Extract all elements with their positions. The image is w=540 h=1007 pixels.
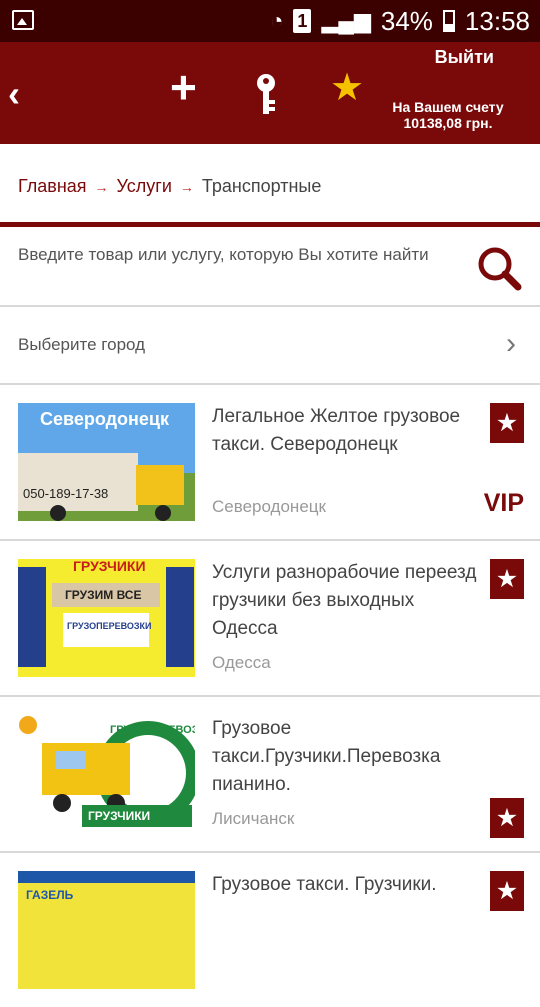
listing-image-text: ГРУЗЧИКИ [73,559,146,574]
battery-icon [442,10,455,32]
listing-image-phone: 050-189-17-38 [23,486,108,501]
listing-city: Северодонецк [212,497,326,516]
sim-icon: 1 [293,9,312,33]
listing-thumbnail[interactable]: ГРУЗЧИКИ ГРУЗИМ ВСЕ ГРУЗОПЕРЕВОЗКИ [18,559,195,677]
listing-thumbnail[interactable]: ГРУЗОПЕРЕВОЗКИ ГРУЗЧИКИ [18,715,195,833]
breadcrumb-arrow-icon: → [94,179,109,195]
listing-city: Лисичанск [212,809,295,828]
listing-item[interactable]: ГРУЗОПЕРЕВОЗКИ ГРУЗЧИКИ Грузовое такси.Г… [0,697,540,851]
listing-title[interactable]: Легальное Желтое грузовое такси. Северод… [212,403,482,459]
logout-link[interactable]: Выйти [435,47,494,68]
key-icon[interactable] [250,72,282,118]
listing-image-text: ГРУЗОПЕРЕВОЗКИ [110,724,195,736]
signal-icon: ▂▄▆ [321,8,371,33]
breadcrumb-home[interactable]: Главная [18,176,87,196]
city-selector[interactable]: Выберите город › [0,307,540,383]
city-selector-label: Выберите город [18,335,146,354]
listing-image-text: Северодонецк [40,409,170,429]
breadcrumb-arrow-icon: → [179,179,194,195]
favorite-star-icon[interactable]: ★ [490,798,524,838]
clock: 13:58 [464,5,530,36]
gallery-icon [12,10,34,30]
chevron-right-icon: › [506,327,516,360]
search-icon[interactable] [476,245,522,291]
wifi-icon: ◔ [270,8,284,33]
account-balance-value: 10138,08 грн. [403,115,493,131]
listing-image-text: ГРУЗИМ ВСЕ [65,588,141,602]
listing-item[interactable]: ГРУЗЧИКИ ГРУЗИМ ВСЕ ГРУЗОПЕРЕВОЗКИ Услуг… [0,541,540,695]
listing-item[interactable]: Северодонецк 050-189-17-38 Легальное Жел… [0,385,540,539]
listing-thumbnail[interactable]: Северодонецк 050-189-17-38 [18,403,195,521]
status-bar: ◔ 1 ▂▄▆ 34% 13:58 [0,0,540,42]
add-button[interactable]: + [170,64,197,110]
listing-title[interactable]: Грузовое такси.Грузчики.Перевозка пианин… [212,715,482,799]
listing-item[interactable]: ГАЗЕЛЬ Грузовое такси. Грузчики. ★ [0,853,540,1007]
breadcrumb-current: Транспортные [201,176,322,196]
listing-title[interactable]: Услуги разнорабочие переезд грузчики без… [212,559,482,643]
listing-image-text: ГРУЗЧИКИ [88,809,150,823]
listing-thumbnail[interactable]: ГАЗЕЛЬ [18,871,195,989]
listing-image-text: ГРУЗОПЕРЕВОЗКИ [67,621,151,631]
favorite-star-icon[interactable]: ★ [490,871,524,911]
back-button[interactable]: ‹ [8,76,20,112]
search-input[interactable]: Введите товар или услугу, которую Вы хот… [18,241,438,269]
breadcrumb-services[interactable]: Услуги [117,176,172,196]
vip-badge: VIP [483,489,524,517]
favorite-star-icon[interactable]: ★ [490,559,524,599]
breadcrumb: Главная → Услуги → Транспортные [18,176,321,197]
search-bar[interactable]: Введите товар или услугу, которую Вы хот… [0,227,540,305]
account-balance: На Вашем счету 10138,08 грн. [368,99,528,131]
favorite-star-icon[interactable]: ★ [490,403,524,443]
top-bar: ‹ + ★ Выйти На Вашем счету 10138,08 грн. [0,42,540,144]
listing-city: Одесса [212,653,271,672]
listing-title[interactable]: Грузовое такси. Грузчики. [212,871,482,899]
favorites-star-icon[interactable]: ★ [330,68,364,108]
battery-percent: 34% [380,5,433,36]
status-right: ◔ 1 ▂▄▆ 34% 13:58 [270,6,530,36]
account-label: На Вашем счету [392,99,504,115]
